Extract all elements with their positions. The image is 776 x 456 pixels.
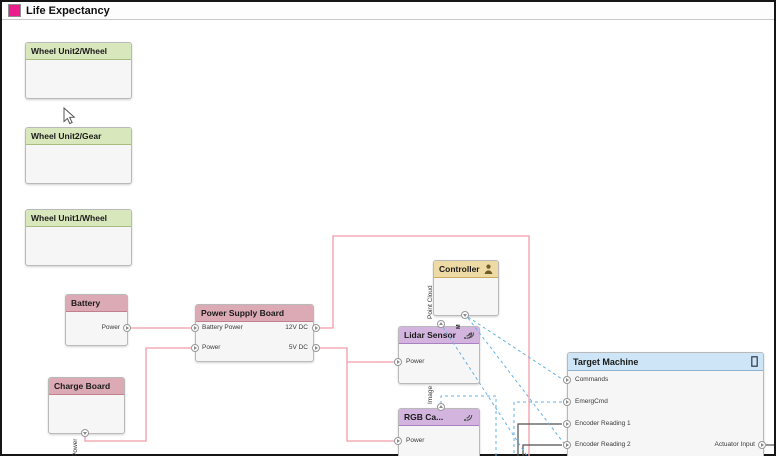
diagram-window: Life Expectancy Wheel Unit2/Wheel Wheel … — [0, 0, 776, 456]
port-label-tm-encoder2: Encoder Reading 2 — [575, 441, 631, 448]
operator-icon — [484, 264, 493, 274]
component-wheel-unit2-wheel[interactable]: Wheel Unit2/Wheel — [25, 42, 132, 99]
port-rgb-image[interactable] — [437, 403, 445, 411]
port-label-psb-12vdc: 12V DC — [285, 324, 308, 331]
block-title: Controller — [439, 264, 480, 274]
port-label-tm-commands: Commands — [575, 376, 609, 383]
block-title: Target Machine — [573, 356, 639, 367]
component-lidar-sensor[interactable]: Lidar Sensor — [398, 326, 480, 384]
port-label-tm-actuator: Actuator Input — [714, 441, 755, 448]
port-label-lidar-power: Power — [406, 358, 425, 365]
port-psb-5vdc[interactable] — [312, 344, 320, 352]
port-label-rgb-image: Image — [427, 385, 434, 404]
port-rgb-power[interactable] — [394, 437, 402, 445]
component-battery[interactable]: Battery — [65, 294, 128, 346]
block-title: Charge Board — [54, 381, 111, 391]
port-psb-battery-power[interactable] — [191, 324, 199, 332]
port-label-tm-emergcmd: EmergCmd — [575, 398, 608, 405]
port-label-battery-power: Power — [101, 324, 120, 331]
port-label-rgb-power: Power — [406, 437, 425, 444]
component-controller[interactable]: Controller — [433, 260, 499, 316]
port-tm-actuator[interactable] — [758, 441, 766, 449]
block-title: Battery — [71, 298, 101, 308]
component-charge-board[interactable]: Charge Board — [48, 377, 125, 434]
wireless-icon — [463, 331, 474, 340]
port-tm-encoder2[interactable] — [563, 441, 571, 449]
block-title: Wheel Unit2/Gear — [31, 131, 102, 141]
port-lidar-power[interactable] — [394, 358, 402, 366]
block-title: Power Supply Board — [201, 308, 285, 318]
port-controller-out[interactable] — [461, 311, 469, 319]
component-wheel-unit1-wheel[interactable]: Wheel Unit1/Wheel — [25, 209, 132, 266]
mouse-cursor — [63, 107, 76, 125]
block-title: Lidar Sensor — [404, 330, 456, 340]
port-label-tm-encoder1: Encoder Reading 1 — [575, 420, 631, 427]
port-label-controller-m: M — [456, 324, 462, 329]
port-lidar-pointcloud[interactable] — [437, 320, 445, 328]
port-label-psb-power: Power — [202, 344, 221, 351]
port-tm-commands[interactable] — [563, 376, 571, 384]
port-psb-power[interactable] — [191, 344, 199, 352]
port-battery-power[interactable] — [123, 324, 131, 332]
block-title: Wheel Unit1/Wheel — [31, 213, 108, 223]
port-label-psb-battery-power: Battery Power — [202, 324, 243, 331]
port-label-lidar-pointcloud: Point Cloud — [427, 285, 434, 319]
port-label-chargeboard-power: Power — [72, 438, 79, 456]
target-board-icon — [751, 356, 758, 367]
component-power-supply-board[interactable]: Power Supply Board — [195, 304, 314, 362]
port-label-psb-5vdc: 5V DC — [288, 344, 308, 351]
component-rgb-camera[interactable]: RGB Ca... — [398, 408, 480, 456]
port-tm-emergcmd[interactable] — [563, 398, 571, 406]
block-title: RGB Ca... — [404, 412, 444, 422]
component-wheel-unit2-gear[interactable]: Wheel Unit2/Gear — [25, 127, 132, 184]
block-title: Wheel Unit2/Wheel — [31, 46, 108, 56]
port-tm-encoder1[interactable] — [563, 420, 571, 428]
wire-encoder1[interactable] — [517, 423, 562, 456]
wireless-icon — [463, 413, 474, 422]
port-chargeboard-power[interactable] — [81, 429, 89, 437]
port-psb-12vdc[interactable] — [312, 324, 320, 332]
